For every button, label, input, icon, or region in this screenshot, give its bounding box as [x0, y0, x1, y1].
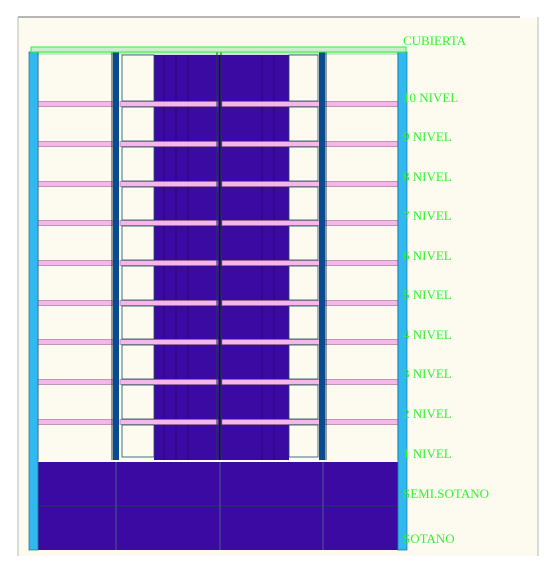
opening-frame [121, 384, 155, 420]
level-label: 1 NIVEL [403, 446, 452, 461]
floor-beam [119, 220, 219, 226]
floor-beam [221, 379, 321, 385]
level-label: SOTANO [403, 531, 455, 546]
level-label: 8 NIVEL [403, 169, 452, 184]
floor-beam [221, 339, 321, 345]
level-label: 3 NIVEL [403, 366, 452, 381]
floor-beam [323, 419, 405, 425]
opening-frame [121, 424, 155, 458]
floor-beam [31, 260, 119, 266]
opening-frame [121, 265, 155, 301]
floor-beam [221, 220, 321, 226]
opening-frame [121, 305, 155, 340]
opening-frame [288, 54, 319, 102]
floor-beam [119, 379, 219, 385]
floor-beam [323, 339, 405, 345]
left-perimeter-column [28, 51, 39, 551]
floor-beam [323, 141, 405, 147]
level-label: SEMI.SOTANO [403, 486, 489, 501]
opening-frame [121, 146, 155, 182]
floor-beam [31, 300, 119, 306]
level-label: 10 NIVEL [403, 90, 458, 105]
opening-frame [288, 146, 319, 182]
floor-beam [323, 300, 405, 306]
floor-beam [323, 260, 405, 266]
level-label: 9 NIVEL [403, 129, 452, 144]
level-label: 4 NIVEL [403, 327, 452, 342]
interior-column [113, 52, 119, 460]
level-label: 5 NIVEL [403, 287, 452, 302]
level-label: CUBIERTA [403, 33, 467, 48]
interior-column [319, 52, 325, 460]
opening-frame [288, 106, 319, 142]
floor-beam [221, 141, 321, 147]
floor-beam [31, 220, 119, 226]
opening-frame [121, 186, 155, 221]
floor-beam [31, 379, 119, 385]
floor-beam [31, 339, 119, 345]
level-label: 7 NIVEL [403, 208, 452, 223]
opening-frame [288, 305, 319, 340]
opening-frame [288, 186, 319, 221]
opening-frame [121, 106, 155, 142]
opening-frame [121, 344, 155, 380]
opening-frame [288, 424, 319, 458]
floor-beam [119, 339, 219, 345]
floor-beam [31, 419, 119, 425]
floor-beam [221, 101, 321, 107]
basement-walls[interactable] [29, 462, 407, 550]
opening-frame [288, 265, 319, 301]
roof-slab [30, 46, 407, 53]
floor-beam [323, 181, 405, 187]
floor-beam [221, 181, 321, 187]
floor-beam [323, 101, 405, 107]
floor-beam [31, 181, 119, 187]
floor-beam [221, 300, 321, 306]
floor-beam [119, 181, 219, 187]
floor-beam [31, 101, 119, 107]
roof-slab-edge [30, 46, 407, 53]
structural-elevation-view[interactable]: CUBIERTA 10 NIVEL 9 NIVEL 8 NIVEL 7 NIVEL 6 N… [0, 0, 556, 556]
opening-frame [288, 225, 319, 261]
elevation-canvas[interactable]: CUBIERTA 10 NIVEL 9 NIVEL 8 NIVEL 7 NIVEL 6 N… [0, 0, 556, 556]
level-label: 6 NIVEL [403, 248, 452, 263]
floor-beam [323, 379, 405, 385]
floor-beam [31, 141, 119, 147]
floor-beam [221, 260, 321, 266]
floor-beam [119, 101, 219, 107]
opening-frame [288, 344, 319, 380]
floor-beam [323, 220, 405, 226]
opening-frame [288, 384, 319, 420]
floor-beam [221, 419, 321, 425]
opening-frame [121, 225, 155, 261]
level-label: 2 NIVEL [403, 406, 452, 421]
floor-beam [119, 141, 219, 147]
floor-beam [119, 300, 219, 306]
floor-beam [119, 419, 219, 425]
opening-frame [121, 54, 155, 102]
floor-beam [119, 260, 219, 266]
